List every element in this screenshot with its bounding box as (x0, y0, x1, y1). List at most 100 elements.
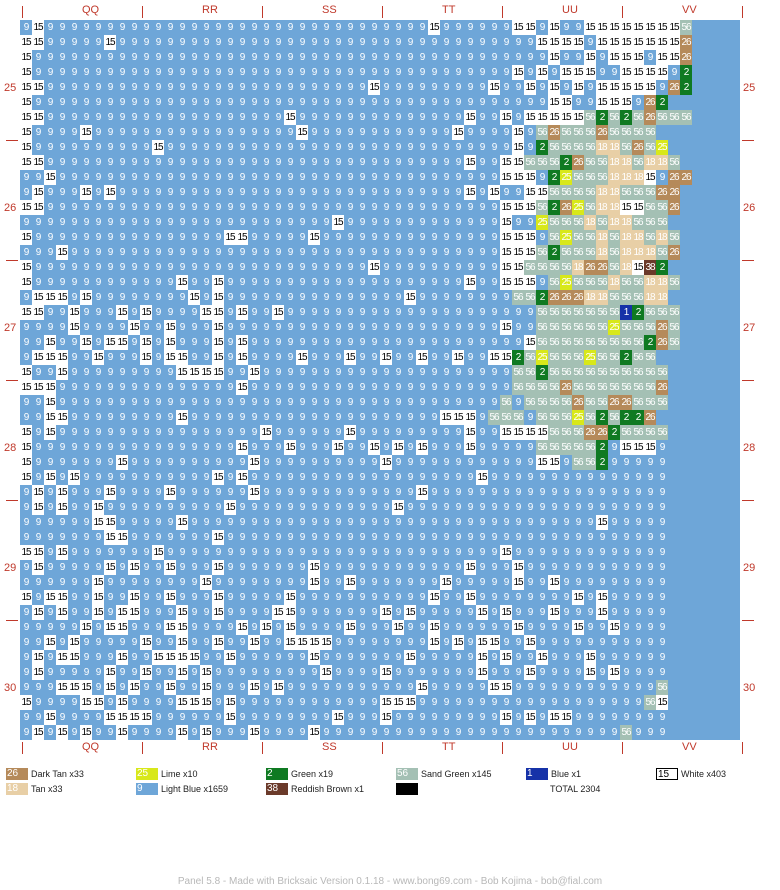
mosaic-cell: 9 (476, 395, 488, 410)
mosaic-cell: 9 (368, 530, 380, 545)
mosaic-cell: 9 (320, 260, 332, 275)
mosaic-cell: 9 (332, 260, 344, 275)
mosaic-cell: 9 (176, 35, 188, 50)
legend-label: TOTAL 2304 (550, 784, 600, 794)
mosaic-cell: 2 (596, 410, 608, 425)
mosaic-cell: 9 (224, 365, 236, 380)
mosaic-cell: 9 (104, 590, 116, 605)
mosaic-cell: 9 (452, 260, 464, 275)
mosaic-cell: 9 (248, 425, 260, 440)
mosaic-cell: 9 (404, 350, 416, 365)
mosaic-cell: 9 (404, 50, 416, 65)
mosaic-cell: 18 (608, 140, 620, 155)
mosaic-cell: 15 (620, 20, 632, 35)
mosaic-cell: 9 (32, 530, 44, 545)
mosaic-cell: 56 (560, 215, 572, 230)
mosaic-cell: 56 (584, 455, 596, 470)
mosaic-cell: 26 (596, 425, 608, 440)
mosaic-cell: 15 (116, 455, 128, 470)
mosaic-cell: 9 (224, 515, 236, 530)
mosaic-cell: 56 (608, 365, 620, 380)
mosaic-cell: 9 (188, 530, 200, 545)
mosaic-cell: 9 (500, 590, 512, 605)
mosaic-cell: 9 (188, 170, 200, 185)
mosaic-cell: 9 (68, 395, 80, 410)
mosaic-cell: 15 (68, 305, 80, 320)
mosaic-cell: 56 (512, 290, 524, 305)
mosaic-cell: 26 (656, 320, 668, 335)
column-label-qq: QQ (82, 741, 99, 753)
mosaic-cell: 9 (164, 80, 176, 95)
mosaic-cell: 15 (20, 125, 32, 140)
mosaic-cell: 9 (476, 380, 488, 395)
mosaic-cell: 9 (440, 560, 452, 575)
mosaic-cell: 9 (608, 530, 620, 545)
mosaic-cell: 56 (620, 140, 632, 155)
mosaic-cell: 9 (200, 20, 212, 35)
mosaic-cell: 9 (392, 275, 404, 290)
mosaic-cell: 9 (56, 50, 68, 65)
mosaic-cell: 9 (608, 470, 620, 485)
mosaic-cell: 9 (212, 140, 224, 155)
mosaic-cell: 9 (152, 380, 164, 395)
mosaic-cell: 15 (572, 35, 584, 50)
mosaic-cell: 15 (176, 620, 188, 635)
mosaic-cell: 9 (380, 440, 392, 455)
mosaic-cell: 15 (512, 200, 524, 215)
mosaic-cell: 9 (164, 455, 176, 470)
mosaic-cell: 15 (512, 65, 524, 80)
mosaic-cell: 9 (404, 20, 416, 35)
mosaic-cell: 9 (632, 485, 644, 500)
mosaic-cell: 9 (416, 65, 428, 80)
mosaic-cell: 15 (176, 350, 188, 365)
mosaic-cell: 15 (584, 650, 596, 665)
mosaic-cell: 9 (236, 140, 248, 155)
mosaic-cell: 9 (116, 125, 128, 140)
mosaic-cell: 9 (392, 320, 404, 335)
mosaic-cell: 9 (512, 470, 524, 485)
mosaic-cell: 9 (92, 485, 104, 500)
mosaic-cell: 9 (464, 335, 476, 350)
mosaic-cell: 9 (380, 305, 392, 320)
mosaic-cell: 9 (212, 125, 224, 140)
mosaic-cell: 9 (404, 275, 416, 290)
mosaic-cell: 9 (164, 260, 176, 275)
mosaic-cell: 9 (356, 425, 368, 440)
mosaic-cell: 9 (248, 665, 260, 680)
mosaic-cell: 2 (548, 245, 560, 260)
mosaic-cell: 9 (416, 425, 428, 440)
mosaic-cell: 9 (596, 500, 608, 515)
mosaic-cell: 9 (200, 110, 212, 125)
mosaic-cell: 9 (212, 695, 224, 710)
mosaic-cell: 15 (116, 305, 128, 320)
mosaic-cell: 9 (572, 20, 584, 35)
mosaic-cell: 9 (620, 710, 632, 725)
footer-credit: Panel 5.8 - Made with Bricksaic Version … (0, 876, 780, 887)
mosaic-cell: 9 (524, 410, 536, 425)
mosaic-cell: 9 (296, 440, 308, 455)
mosaic-cell: 15 (56, 725, 68, 740)
column-label-tt: TT (442, 4, 455, 16)
mosaic-cell: 9 (104, 260, 116, 275)
mosaic-cell: 9 (272, 140, 284, 155)
mosaic-cell: 9 (512, 35, 524, 50)
mosaic-cell: 9 (80, 110, 92, 125)
mosaic-cell: 9 (308, 410, 320, 425)
mosaic-cell: 25 (560, 170, 572, 185)
mosaic-cell: 9 (356, 530, 368, 545)
mosaic-cell: 15 (464, 440, 476, 455)
mosaic-cell: 9 (92, 35, 104, 50)
mosaic-cell: 15 (140, 710, 152, 725)
mosaic-cell: 9 (188, 680, 200, 695)
mosaic-cell: 9 (428, 320, 440, 335)
mosaic-cell: 9 (620, 545, 632, 560)
mosaic-cell: 9 (464, 515, 476, 530)
mosaic-cell: 9 (452, 575, 464, 590)
mosaic-cell: 9 (128, 455, 140, 470)
mosaic-cell: 9 (260, 275, 272, 290)
mosaic-cell: 25 (560, 230, 572, 245)
mosaic-cell: 15 (464, 425, 476, 440)
mosaic-cell: 9 (224, 560, 236, 575)
mosaic-cell: 9 (188, 500, 200, 515)
mosaic-cell: 56 (620, 335, 632, 350)
